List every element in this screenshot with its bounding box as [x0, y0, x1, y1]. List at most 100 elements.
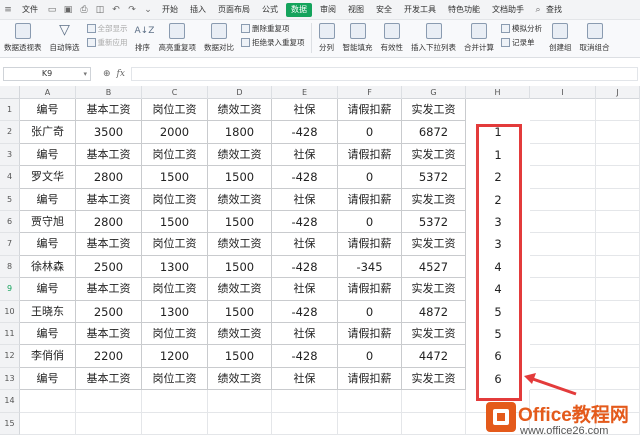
cell-g5[interactable]: 实发工资 [402, 188, 466, 211]
cell-f10[interactable]: 0 [338, 300, 402, 323]
cell-b4[interactable]: 2800 [76, 166, 142, 189]
cell-i3[interactable] [530, 143, 596, 167]
cell-g3[interactable]: 实发工资 [402, 143, 466, 167]
cell-c15[interactable] [142, 412, 208, 435]
reject-duplicates-button[interactable]: 拒绝录入重复项 [241, 37, 305, 48]
cell-e6[interactable]: -428 [272, 211, 338, 234]
cell-d6[interactable]: 1500 [208, 211, 272, 234]
create-group-button[interactable]: 创建组 [549, 23, 572, 53]
search-label[interactable]: 查找 [546, 0, 568, 20]
sort-button[interactable]: A↓Z 排序 [135, 23, 155, 53]
row-header-10[interactable]: 10 [0, 300, 20, 323]
cell-g6[interactable]: 5372 [402, 211, 466, 234]
column-header-d[interactable]: D [208, 86, 272, 99]
row-header-14[interactable]: 14 [0, 390, 20, 413]
tab-features[interactable]: 特色功能 [442, 0, 486, 20]
cell-i1[interactable] [530, 99, 596, 122]
zoom-icon[interactable]: ⊕ [103, 69, 111, 79]
cell-f11[interactable]: 请假扣薪 [338, 323, 402, 346]
row-header-7[interactable]: 7 [0, 233, 20, 256]
cell-j12[interactable] [596, 345, 640, 368]
row-header-12[interactable]: 12 [0, 345, 20, 368]
tab-formulas[interactable]: 公式 [256, 0, 284, 20]
cell-b6[interactable]: 2800 [76, 211, 142, 234]
row-header-11[interactable]: 11 [0, 323, 20, 346]
cell-e7[interactable]: 社保 [272, 233, 338, 256]
cell-b9[interactable]: 基本工资 [76, 278, 142, 301]
formula-input[interactable] [130, 67, 638, 81]
cell-j10[interactable] [596, 300, 640, 323]
cell-a4[interactable]: 罗文华 [20, 166, 76, 189]
tab-insert[interactable]: 插入 [184, 0, 212, 20]
cell-f3[interactable]: 请假扣薪 [338, 143, 402, 167]
cell-d12[interactable]: 1500 [208, 345, 272, 368]
cell-g13[interactable]: 实发工资 [402, 367, 466, 391]
cell-j8[interactable] [596, 255, 640, 279]
cell-b13[interactable]: 基本工资 [76, 367, 142, 391]
cell-b15[interactable] [76, 412, 142, 435]
remove-duplicates-button[interactable]: 删除重复项 [241, 23, 305, 34]
cell-c1[interactable]: 岗位工资 [142, 99, 208, 122]
cell-c7[interactable]: 岗位工资 [142, 233, 208, 256]
cell-b10[interactable]: 2500 [76, 300, 142, 323]
cell-j9[interactable] [596, 278, 640, 301]
row-header-9[interactable]: 9 [0, 278, 20, 301]
ungroup-button[interactable]: 取消组合 [580, 23, 610, 53]
row-header-13[interactable]: 13 [0, 367, 20, 391]
column-header-h[interactable]: H [466, 86, 530, 99]
simulate-analysis-button[interactable]: 模拟分析 [501, 23, 542, 34]
cell-i4[interactable] [530, 166, 596, 189]
cell-e8[interactable]: -428 [272, 255, 338, 279]
cell-c12[interactable]: 1200 [142, 345, 208, 368]
cell-f7[interactable]: 请假扣薪 [338, 233, 402, 256]
cell-f2[interactable]: 0 [338, 121, 402, 144]
column-header-e[interactable]: E [272, 86, 338, 99]
cell-d5[interactable]: 绩效工资 [208, 188, 272, 211]
show-all-button[interactable]: 全部显示 [86, 23, 128, 34]
cell-i9[interactable] [530, 278, 596, 301]
cell-c11[interactable]: 岗位工资 [142, 323, 208, 346]
cell-b14[interactable] [76, 390, 142, 413]
cell-d10[interactable]: 1500 [208, 300, 272, 323]
cell-f13[interactable]: 请假扣薪 [338, 367, 402, 391]
undo-icon[interactable]: ↶ [110, 4, 122, 16]
cell-a14[interactable] [20, 390, 76, 413]
cell-c8[interactable]: 1300 [142, 255, 208, 279]
column-header-a[interactable]: A [20, 86, 76, 99]
cell-b8[interactable]: 2500 [76, 255, 142, 279]
autofilter-button[interactable]: ▽ 自动筛选 [50, 23, 80, 53]
name-box[interactable]: K9 ▾ [3, 67, 91, 81]
cell-b12[interactable]: 2200 [76, 345, 142, 368]
more-icon[interactable]: ⌄ [142, 4, 154, 16]
cell-a1[interactable]: 编号 [20, 99, 76, 122]
redo-icon[interactable]: ↷ [126, 4, 138, 16]
search-icon[interactable]: ⌕ [532, 4, 544, 16]
cell-e13[interactable]: 社保 [272, 367, 338, 391]
cell-f5[interactable]: 请假扣薪 [338, 188, 402, 211]
row-header-2[interactable]: 2 [0, 121, 20, 144]
cell-b2[interactable]: 3500 [76, 121, 142, 144]
menu-icon[interactable]: ≡ [2, 4, 14, 16]
open-icon[interactable]: ▭ [46, 4, 58, 16]
cell-g14[interactable] [402, 390, 466, 413]
cell-e1[interactable]: 社保 [272, 99, 338, 122]
cell-d15[interactable] [208, 412, 272, 435]
cell-d9[interactable]: 绩效工资 [208, 278, 272, 301]
cell-i6[interactable] [530, 211, 596, 234]
tab-view[interactable]: 视图 [342, 0, 370, 20]
cell-g9[interactable]: 实发工资 [402, 278, 466, 301]
cell-e15[interactable] [272, 412, 338, 435]
tab-developer[interactable]: 开发工具 [398, 0, 442, 20]
cell-e2[interactable]: -428 [272, 121, 338, 144]
cell-j3[interactable] [596, 143, 640, 167]
cell-i11[interactable] [530, 323, 596, 346]
cell-a3[interactable]: 编号 [20, 143, 76, 167]
cell-d4[interactable]: 1500 [208, 166, 272, 189]
column-header-j[interactable]: J [596, 86, 640, 99]
cell-i10[interactable] [530, 300, 596, 323]
cell-j2[interactable] [596, 121, 640, 144]
cell-i7[interactable] [530, 233, 596, 256]
cell-g8[interactable]: 4527 [402, 255, 466, 279]
cell-a11[interactable]: 编号 [20, 323, 76, 346]
cell-g12[interactable]: 4472 [402, 345, 466, 368]
